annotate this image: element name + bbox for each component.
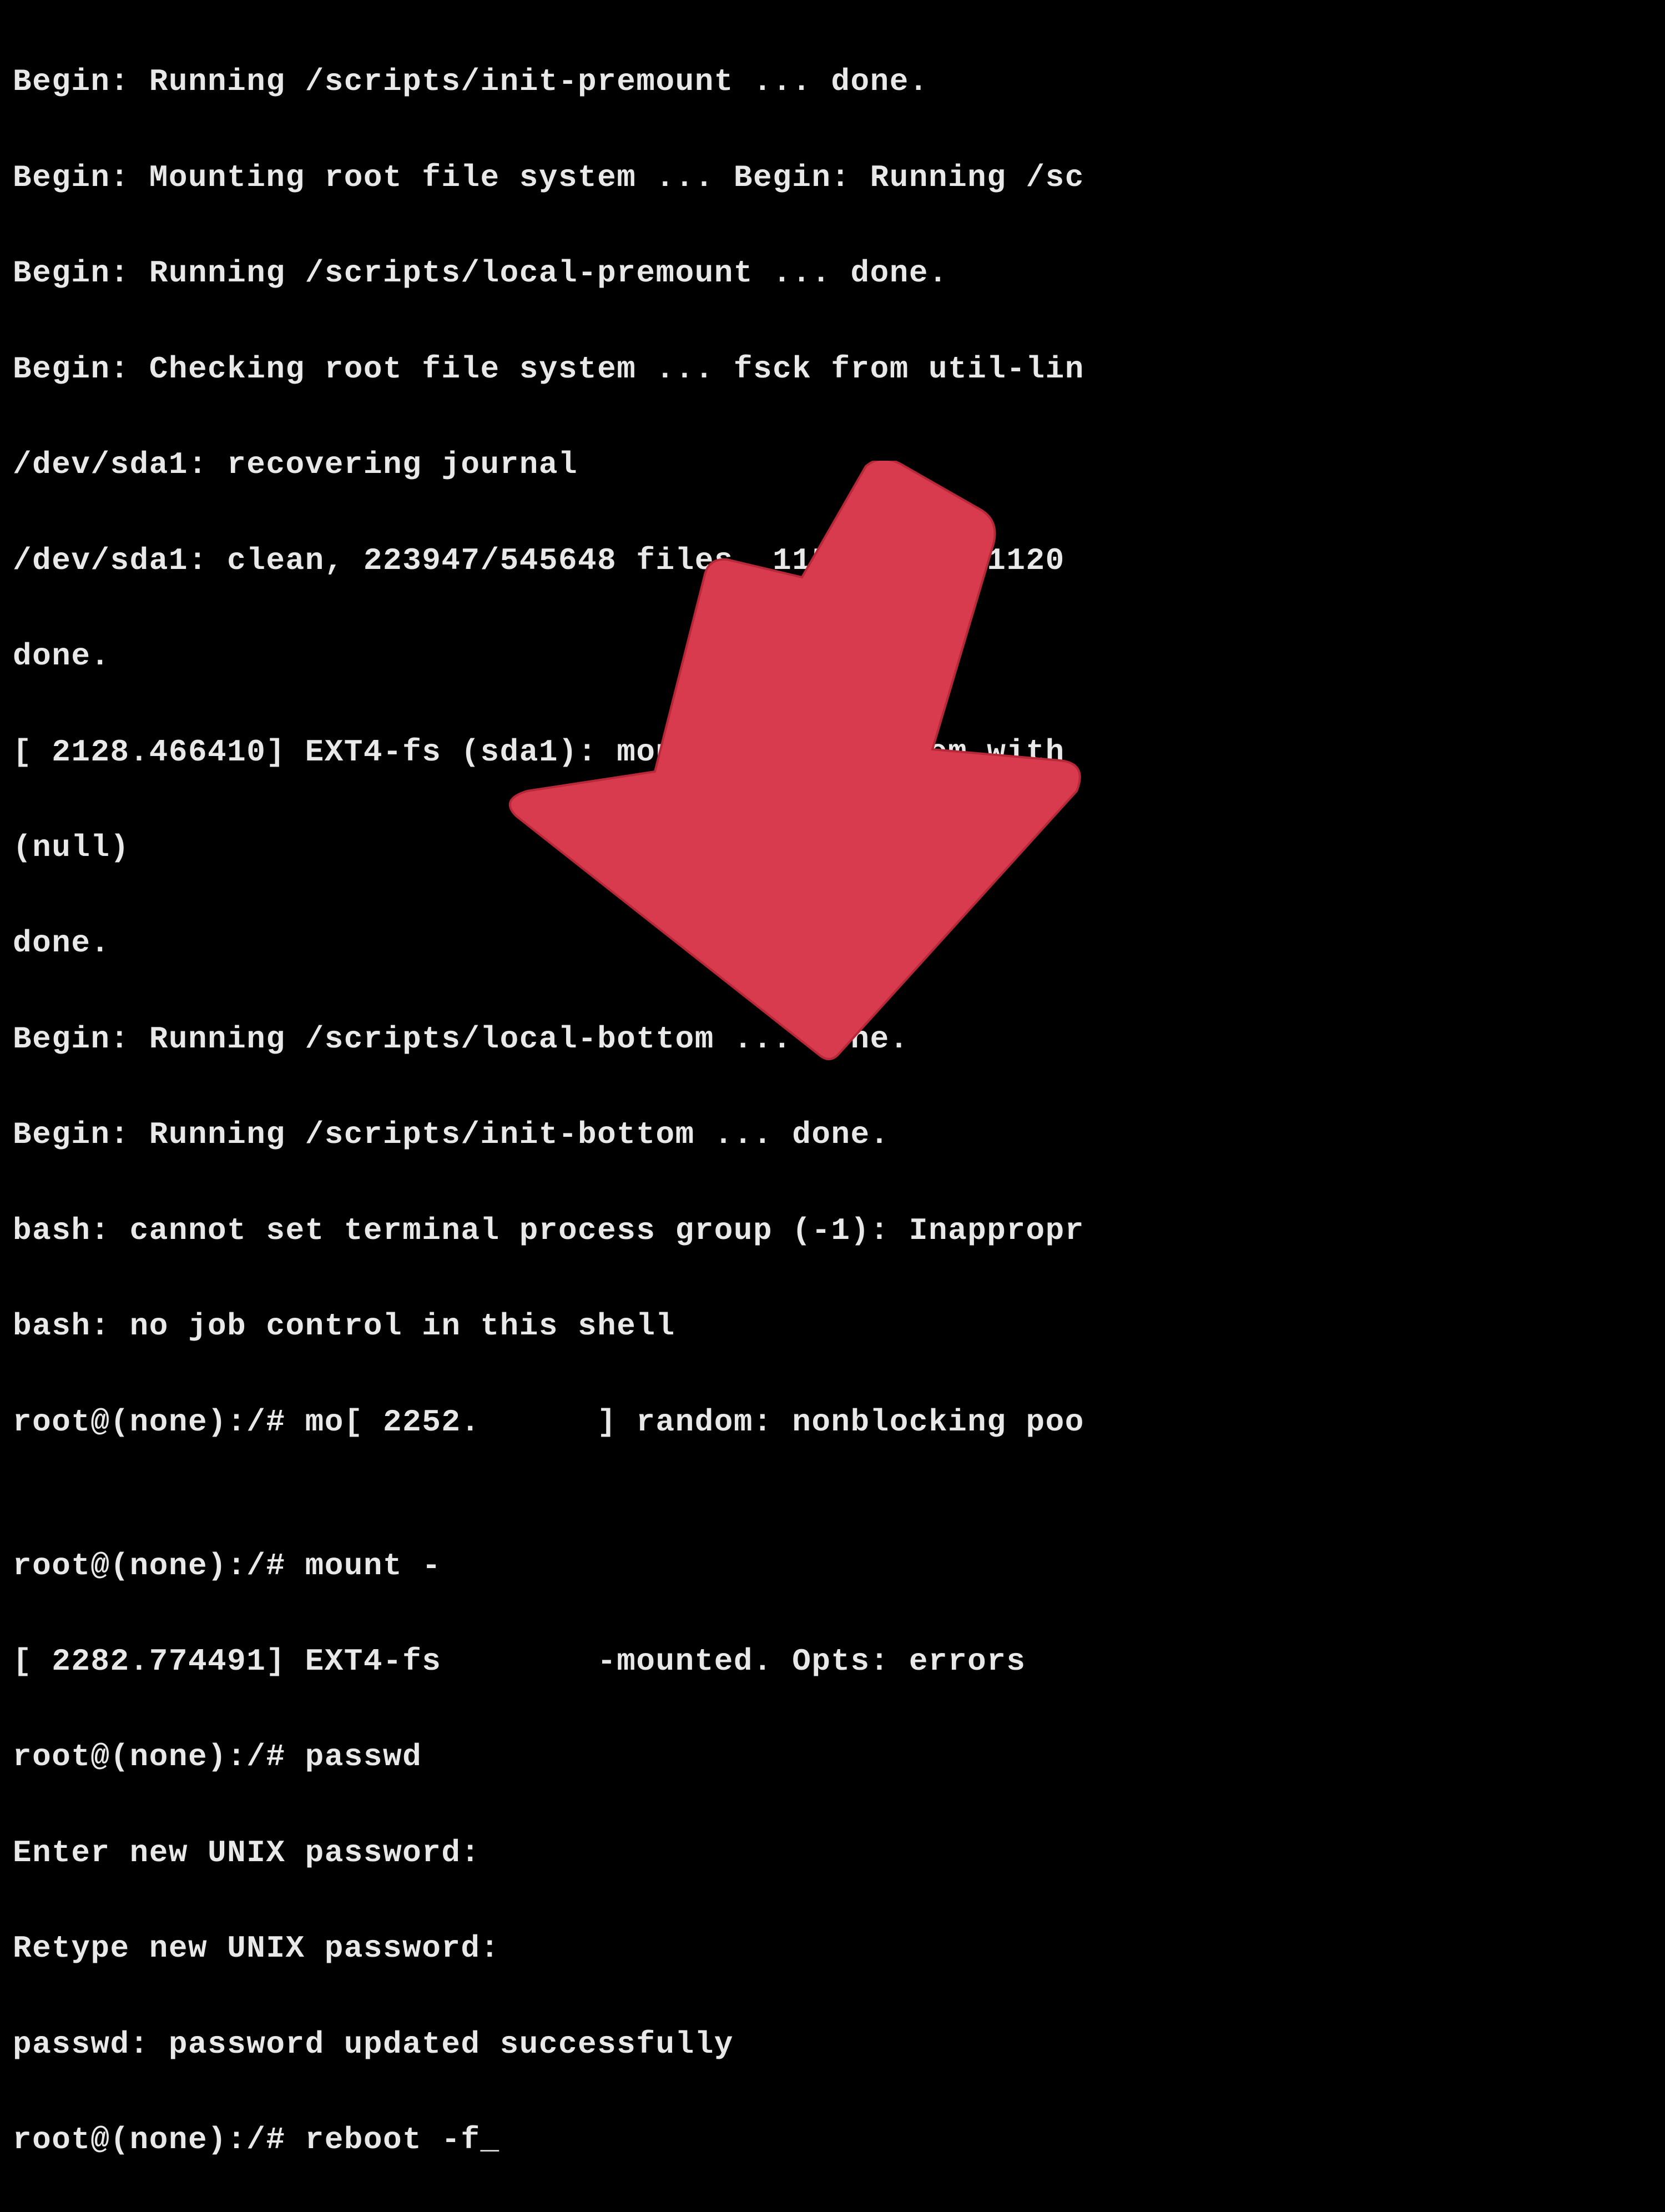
terminal-line: (null) — [13, 824, 1652, 871]
terminal-line: Begin: Checking root file system ... fsc… — [13, 345, 1652, 393]
terminal-line: root@(none):/# passwd — [13, 1733, 1652, 1781]
terminal-line: bash: no job control in this shell — [13, 1302, 1652, 1350]
terminal-line: /dev/sda1: recovering journal — [13, 441, 1652, 488]
terminal-line: /dev/sda1: clean, 223947/545648 files, 1… — [13, 537, 1652, 585]
terminal-line: Begin: Running /scripts/local-bottom ...… — [13, 1015, 1652, 1063]
terminal-line: Begin: Mounting root file system ... Beg… — [13, 154, 1652, 201]
terminal-line: Retype new UNIX password: — [13, 1924, 1652, 1972]
terminal-line: passwd: password updated successfully — [13, 2020, 1652, 2068]
terminal-line: root@(none):/# mo[ 2252. ] random: nonbl… — [13, 1398, 1652, 1446]
terminal-line: root@(none):/# mount - — [13, 1542, 1652, 1590]
terminal-line: root@(none):/# reboot -f_ — [13, 2116, 1652, 2164]
terminal-line: Begin: Running /scripts/local-premount .… — [13, 249, 1652, 297]
terminal-line: [ 2282.774491] EXT4-fs -mounted. Opts: e… — [13, 1637, 1652, 1685]
terminal-line: [ 2128.466410] EXT4-fs (sda1): mounted f… — [13, 728, 1652, 776]
terminal-line: Begin: Running /scripts/init-premount ..… — [13, 58, 1652, 105]
terminal-line: done. — [13, 919, 1652, 967]
terminal-line: Begin: Running /scripts/init-bottom ... … — [13, 1111, 1652, 1158]
terminal-line: done. — [13, 632, 1652, 680]
terminal-line: Enter new UNIX password: — [13, 1829, 1652, 1877]
terminal-output[interactable]: Begin: Running /scripts/init-premount ..… — [0, 0, 1665, 1241]
terminal-line: bash: cannot set terminal process group … — [13, 1207, 1652, 1254]
